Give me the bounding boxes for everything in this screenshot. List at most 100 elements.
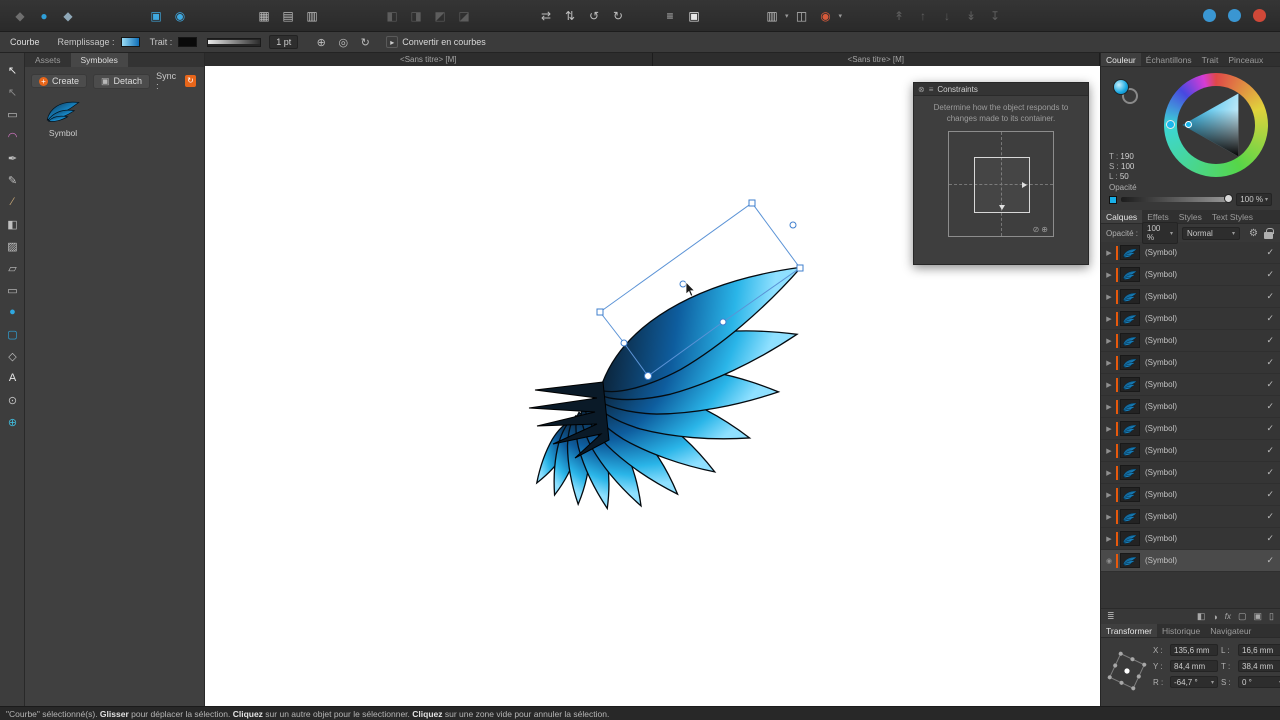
layer-visibility-check[interactable]: ✓	[1266, 379, 1274, 390]
layer-row[interactable]: ▶ (Symbol) ✓	[1101, 440, 1280, 462]
boolean-add-icon[interactable]: ◧	[382, 6, 402, 26]
disclosure-arrow-icon[interactable]: ▶	[1104, 447, 1114, 455]
record-icon[interactable]	[1253, 9, 1266, 22]
persona-pixel-icon[interactable]: ▣	[146, 6, 166, 26]
tab-navigateur[interactable]: Navigateur	[1205, 624, 1256, 637]
layer-thumbnail[interactable]	[1120, 245, 1140, 260]
layer-thumbnail[interactable]	[1120, 531, 1140, 546]
saturation-marker[interactable]	[1185, 121, 1192, 128]
disclosure-arrow-icon[interactable]: ▶	[1104, 491, 1114, 499]
sync-toggle-icon[interactable]: ↻	[185, 75, 196, 87]
layer-thumbnail[interactable]	[1120, 267, 1140, 282]
disclosure-arrow-icon[interactable]: ▶	[1104, 293, 1114, 301]
layer-thumbnail[interactable]	[1120, 487, 1140, 502]
search-icon[interactable]	[1203, 9, 1216, 22]
layer-row[interactable]: ▶ (Symbol) ✓	[1101, 418, 1280, 440]
constraints-title-bar[interactable]: ⊗ ≡ Constraints	[914, 83, 1088, 96]
fill-color-swatch[interactable]	[1113, 79, 1129, 95]
shear-input[interactable]: 0 °▾	[1238, 676, 1280, 688]
create-symbol-button[interactable]: + Create	[31, 74, 88, 88]
constraints-panel[interactable]: ⊗ ≡ Constraints Determine how the object…	[913, 82, 1089, 265]
tool-pen-tool[interactable]: ✒	[0, 147, 25, 169]
layer-opacity-dropdown[interactable]: 100 % ▾	[1142, 222, 1179, 244]
opacity-slider[interactable]	[1121, 194, 1234, 203]
tool-fill-tool[interactable]: ◧	[0, 213, 25, 235]
layer-thumbnail[interactable]	[1120, 443, 1140, 458]
x-input[interactable]: 135,6 mm	[1170, 644, 1218, 656]
layer-visibility-check[interactable]: ✓	[1266, 555, 1274, 566]
layer-row[interactable]: ▶ (Symbol) ✓	[1101, 330, 1280, 352]
tab-calques[interactable]: Calques	[1101, 210, 1143, 223]
constraint-inner-box[interactable]	[974, 157, 1030, 214]
cycle-selection-icon[interactable]: ↻	[357, 34, 373, 50]
boolean-subtract-icon[interactable]: ◨	[406, 6, 426, 26]
document-tab-2[interactable]: <Sans titre> [M]	[652, 53, 1100, 66]
layer-row[interactable]: ▶ (Symbol) ✓	[1101, 286, 1280, 308]
boolean-intersect-icon[interactable]: ◩	[430, 6, 450, 26]
y-input[interactable]: 84,4 mm	[1170, 660, 1218, 672]
tab-assets[interactable]: Assets	[25, 53, 71, 67]
layers-list-empty[interactable]	[1101, 572, 1280, 608]
persona-draw-icon[interactable]: ●	[34, 6, 54, 26]
detach-symbol-button[interactable]: ▣ Detach	[93, 73, 151, 89]
help-icon[interactable]	[1228, 9, 1241, 22]
tab-transformer[interactable]: Transformer	[1101, 624, 1157, 637]
grid-icon[interactable]: ▦	[254, 6, 274, 26]
layer-visibility-check[interactable]: ✓	[1266, 335, 1274, 346]
layer-thumbnail[interactable]	[1120, 509, 1140, 524]
layer-row[interactable]: ◉ (Symbol) ✓	[1101, 550, 1280, 572]
persona-export-icon[interactable]: ◆	[58, 6, 78, 26]
layer-thumbnail[interactable]	[1120, 311, 1140, 326]
layer-visibility-check[interactable]: ✓	[1266, 401, 1274, 412]
tab-symbols[interactable]: Symboles	[70, 53, 128, 67]
rotation-input[interactable]: -64,7 ° ▾	[1170, 676, 1218, 688]
layer-visibility-check[interactable]: ✓	[1266, 247, 1274, 258]
tab-text-styles[interactable]: Text Styles	[1207, 210, 1258, 223]
tool-corner-tool[interactable]: ◠	[0, 125, 25, 147]
layer-visibility-check[interactable]: ✓	[1266, 313, 1274, 324]
tool-artboard-tool[interactable]: ▭	[0, 103, 25, 125]
layer-thumbnail[interactable]	[1120, 289, 1140, 304]
tab-styles[interactable]: Styles	[1174, 210, 1207, 223]
disclosure-arrow-icon[interactable]: ▶	[1104, 469, 1114, 477]
layer-target-icon[interactable]: ◉	[1104, 557, 1114, 565]
convert-to-curves-button[interactable]: ▸ Convertir en courbes	[386, 36, 486, 48]
tool-rounded-rectangle-tool[interactable]: ▢	[0, 323, 25, 345]
tab-echantillons[interactable]: Échantillons	[1141, 53, 1197, 66]
layer-visibility-check[interactable]: ✓	[1266, 511, 1274, 522]
disclosure-arrow-icon[interactable]: ▶	[1104, 359, 1114, 367]
layer-row[interactable]: ▶ (Symbol) ✓	[1101, 484, 1280, 506]
layer-row[interactable]: ▶ (Symbol) ✓	[1101, 396, 1280, 418]
flip-vertical-icon[interactable]: ⇅	[560, 6, 580, 26]
new-layer-icon[interactable]: ▢	[1238, 611, 1247, 622]
adjustment-icon[interactable]: ◑	[1212, 612, 1217, 622]
hue-marker[interactable]	[1166, 120, 1175, 129]
new-group-icon[interactable]: ▣	[1254, 611, 1263, 622]
layer-thumbnail[interactable]	[1120, 377, 1140, 392]
document-canvas[interactable]: ⊗ ≡ Constraints Determine how the object…	[205, 66, 1100, 706]
constraint-down-arrow-icon[interactable]	[999, 205, 1005, 211]
disclosure-arrow-icon[interactable]: ▶	[1104, 315, 1114, 323]
width-input[interactable]: 16,6 mm	[1238, 644, 1280, 656]
panel-menu-icon[interactable]: ≡	[929, 85, 934, 94]
layer-thumbnail[interactable]	[1120, 333, 1140, 348]
snapping-manager-icon[interactable]: ◉	[816, 6, 836, 26]
tool-move-tool[interactable]: ↖	[0, 59, 25, 81]
rotate-ccw-icon[interactable]: ↺	[584, 6, 604, 26]
show-orientation-icon[interactable]: ◎	[335, 34, 351, 50]
disclosure-arrow-icon[interactable]: ▶	[1104, 337, 1114, 345]
divider-icon[interactable]: ◫	[792, 6, 812, 26]
layer-row[interactable]: ▶ (Symbol) ✓	[1101, 264, 1280, 286]
tool-rectangle-tool[interactable]: ▭	[0, 279, 25, 301]
color-wheel[interactable]	[1164, 73, 1268, 177]
height-input[interactable]: 38,4 mm	[1238, 660, 1280, 672]
tab-pinceaux[interactable]: Pinceaux	[1223, 53, 1268, 66]
disclosure-arrow-icon[interactable]: ▶	[1104, 381, 1114, 389]
tool-text-tool[interactable]: A	[0, 367, 25, 389]
boolean-divide-icon[interactable]: ◪	[454, 6, 474, 26]
rotate-cw-icon[interactable]: ↻	[608, 6, 628, 26]
stroke-width-input[interactable]: 1 pt	[269, 35, 299, 49]
tool-transparency-tool[interactable]: ▨	[0, 235, 25, 257]
tool-pencil-tool[interactable]: ✎	[0, 169, 25, 191]
move-to-back-icon[interactable]: ↡	[961, 6, 981, 26]
